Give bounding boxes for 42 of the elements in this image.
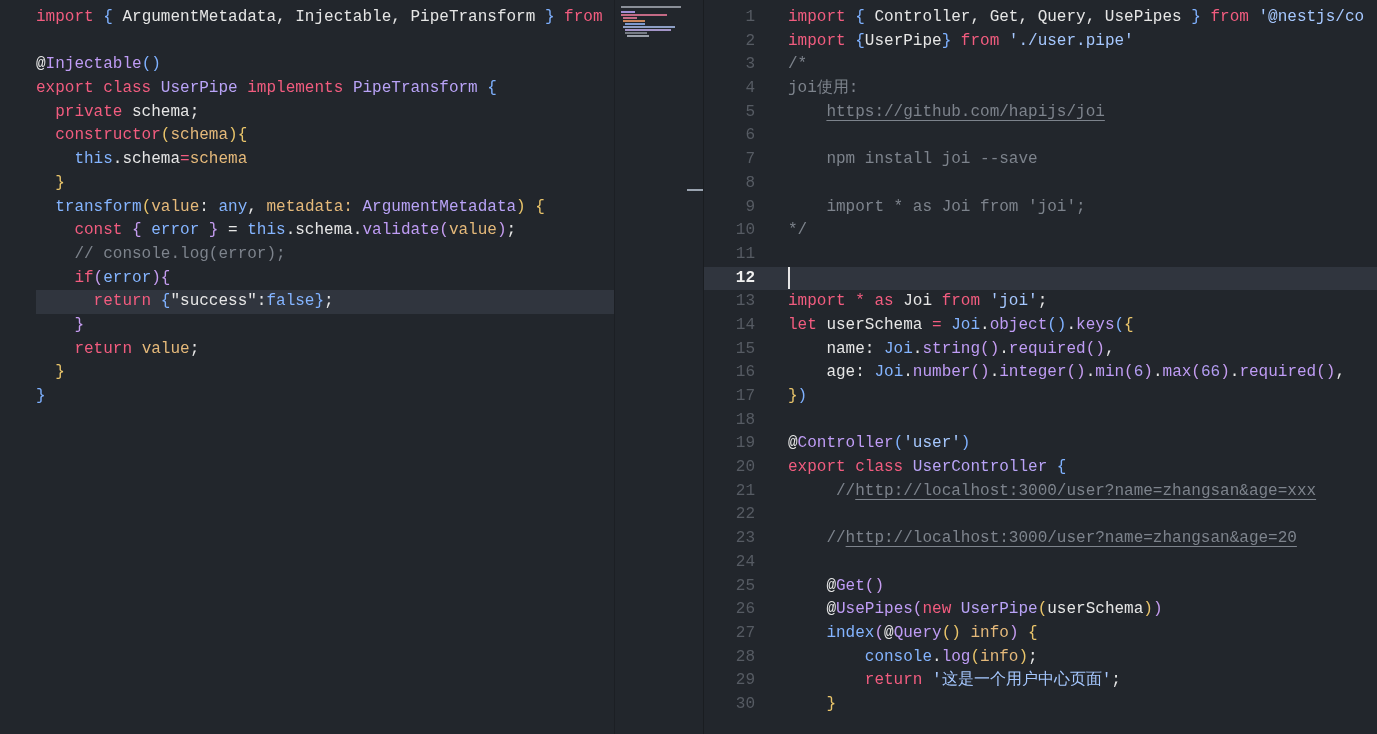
code-line: // console.log(error); [73,244,286,263]
code-line: @UsePipes(new UserPipe(userSchema)) [825,599,1163,621]
code-line: } [54,173,65,192]
code-line: //http://localhost:3000/user?name=zhangsan&age=20 [825,528,1297,550]
code-line: npm install joi --save [825,149,1038,171]
code-line: name: Joi.string().required(), [825,338,1115,360]
code-line: return value; [73,339,200,358]
code-line: @Injectable() [36,55,161,74]
code-line: import { ArgumentMetadata, Injectable, PipeTransform } from [36,8,603,26]
code-line: import {UserPipe} from './user.pipe' [788,30,1134,52]
code-line: @Controller('user') [788,433,971,455]
code-line: age: Joi.number().integer().min(6).max(66).required(), [825,362,1345,384]
code-line: } [825,693,836,715]
text-cursor [788,267,790,290]
code-line: joi使用: [788,78,859,100]
code-line: constructor(schema){ [54,126,248,145]
code-line: https://github.com/hapijs/joi [825,101,1105,123]
scroll-marker [687,189,703,191]
code-line: if(error){ [73,268,171,287]
code-line: return {"success":false}; [92,292,334,311]
code-line: /* [788,54,808,76]
code-line: */ [788,220,808,242]
code-line: console.log(info); [863,646,1038,668]
line-number: 12 [735,267,755,289]
code-line: } [73,315,84,334]
code-line: private schema; [54,102,200,121]
code-line: export class UserPipe implements PipeTransform { [36,79,497,98]
code-line: let userSchema = Joi.object().keys({ [788,314,1134,336]
code-line: } [36,387,46,405]
code-line: return '这是一个用户中心页面'; [863,669,1121,692]
code-line: @Get() [825,575,885,597]
code-line: const { error } = this.schema.validate(value); [73,221,517,240]
code-line: index(@Query() info) { [825,622,1038,644]
code-line: this.schema=schema [73,150,248,169]
code-line: import * as Joi from 'joi'; [825,196,1086,218]
code-line: //http://localhost:3000/user?name=zhangsan&age=xxx [835,480,1317,502]
code-line: import * as Joi from 'joi'; [788,291,1048,313]
code-line: import { Controller, Get, Query, UsePipes } from '@nestjs/co [788,7,1365,28]
code-line: } [54,363,65,382]
code-line: transform(value: any, metadata: ArgumentMetadata) { [54,197,545,216]
code-line: export class UserController { [788,457,1067,479]
code-line: }) [788,386,808,407]
